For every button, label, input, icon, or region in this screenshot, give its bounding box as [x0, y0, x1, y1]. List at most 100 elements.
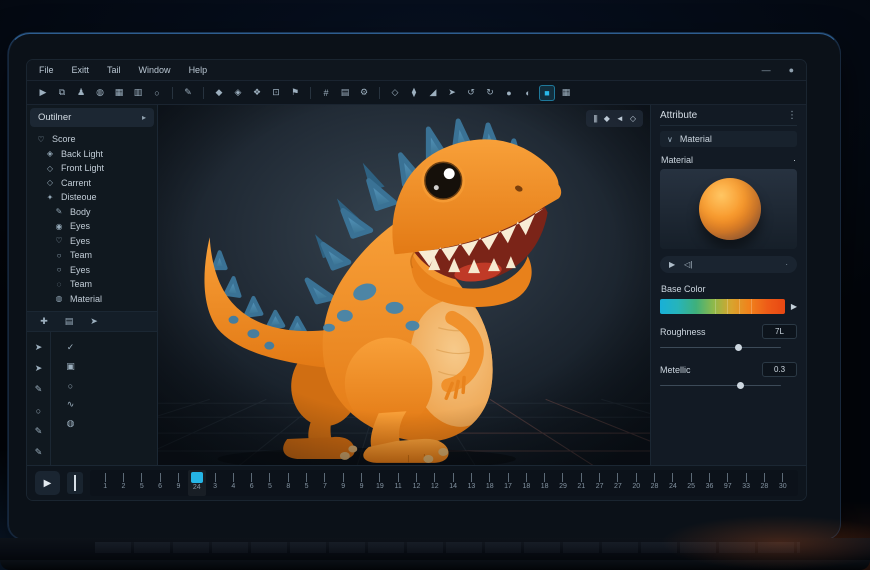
base-color-gradient[interactable]	[660, 299, 785, 314]
material-preview[interactable]	[660, 169, 797, 249]
outliner-item-eyes[interactable]: ◉Eyes	[27, 219, 157, 234]
outliner-item-score[interactable]: ♡Score	[27, 132, 157, 147]
back-arrow-icon[interactable]: ◄	[616, 113, 623, 124]
timeline-frame[interactable]: 2	[114, 470, 132, 496]
outliner-item-team[interactable]: ○Team	[27, 248, 157, 263]
chevron-down-icon[interactable]: ∨	[667, 135, 673, 144]
move-icon[interactable]: ✚	[38, 314, 50, 330]
circle-icon[interactable]: ○	[149, 85, 165, 101]
image-tool-icon[interactable]: ▣	[64, 360, 77, 373]
timeline-frame[interactable]: 20	[627, 470, 645, 496]
rotate-cw-icon[interactable]: ↻	[482, 85, 498, 101]
timeline-frame[interactable]: 9	[334, 470, 352, 496]
timeline-frame[interactable]: 6	[151, 470, 169, 496]
timeline-frame[interactable]: 97	[719, 470, 737, 496]
timeline-current-frame[interactable]: 24	[188, 470, 206, 496]
outliner-header[interactable]: Outilner ▸	[30, 108, 154, 127]
table-icon[interactable]: ▦	[111, 85, 127, 101]
gear-icon[interactable]: ⚙	[356, 85, 372, 101]
timeline-frame[interactable]: 19	[371, 470, 389, 496]
timeline-frame[interactable]: 12	[426, 470, 444, 496]
timeline-play-button[interactable]: ▶	[35, 471, 60, 495]
outliner-item-body[interactable]: ✎Body	[27, 205, 157, 220]
minimize-icon[interactable]: —	[762, 65, 771, 75]
outliner-item-team[interactable]: ◌Team	[27, 277, 157, 292]
circle-shape-icon[interactable]: ○	[64, 379, 77, 392]
timeline-frame[interactable]: 27	[609, 470, 627, 496]
tag-pen-icon[interactable]: ✎	[180, 85, 196, 101]
timeline-frame[interactable]: 21	[572, 470, 590, 496]
outliner-item-front-light[interactable]: ◇Front Light	[27, 161, 157, 176]
timeline-frame[interactable]: 29	[554, 470, 572, 496]
clipboard-icon[interactable]: ▤	[63, 314, 75, 330]
screen-icon[interactable]: ⊡	[268, 85, 284, 101]
timeline-frame[interactable]: 5	[297, 470, 315, 496]
timeline-frame[interactable]: 9	[352, 470, 370, 496]
select-arrow-alt-icon[interactable]: ➤	[32, 362, 45, 375]
outliner-item-back-light[interactable]: ◈Back Light	[27, 147, 157, 162]
duplicate-icon[interactable]: ⧉	[54, 85, 70, 101]
clipboard-icon[interactable]: ▤	[337, 85, 353, 101]
circle-tool-icon[interactable]: ○	[32, 404, 45, 417]
outliner-item-material[interactable]: ◍Material	[27, 292, 157, 307]
sphere-tool-icon[interactable]: ◍	[64, 417, 77, 430]
roughness-value[interactable]: 7L	[762, 324, 797, 339]
select-cursor-icon[interactable]: ➤	[88, 314, 100, 330]
gradient-arrow-icon[interactable]: ▶	[791, 302, 797, 311]
menu-item-file[interactable]: File	[39, 65, 54, 75]
timeline-frame[interactable]: 17	[499, 470, 517, 496]
diamond-icon[interactable]: ◆	[211, 85, 227, 101]
timeline-frame[interactable]: 24	[664, 470, 682, 496]
slider-handle[interactable]	[735, 344, 742, 351]
prev-frame-icon[interactable]: ◁|	[684, 260, 692, 269]
menu-item-window[interactable]: Window	[139, 65, 171, 75]
play-icon[interactable]: ▶	[35, 85, 51, 101]
timeline-frame[interactable]: 5	[133, 470, 151, 496]
brush-icon[interactable]: ✎	[32, 425, 45, 438]
diamond-send-icon[interactable]: ❖	[249, 85, 265, 101]
slider-handle[interactable]	[737, 382, 744, 389]
rig-icon[interactable]: ♟	[73, 85, 89, 101]
menu-item-exitt[interactable]: Exitt	[72, 65, 90, 75]
timeline-frame[interactable]: 18	[517, 470, 535, 496]
draw-pen-icon[interactable]: ✎	[32, 383, 45, 396]
timeline-frame[interactable]: 18	[536, 470, 554, 496]
outliner-item-carrent[interactable]: ◇Carrent	[27, 176, 157, 191]
timeline-frame[interactable]: 7	[316, 470, 334, 496]
node-bubble-icon[interactable]: ◍	[92, 85, 108, 101]
menu-item-tail[interactable]: Tail	[107, 65, 121, 75]
timeline-frame[interactable]: 11	[389, 470, 407, 496]
timeline-frame[interactable]: 6	[243, 470, 261, 496]
shading-material-icon[interactable]: ◇	[630, 113, 635, 124]
timeline-frame[interactable]: 8	[279, 470, 297, 496]
timeline-frame[interactable]: 36	[700, 470, 718, 496]
timeline-frame[interactable]: 25	[682, 470, 700, 496]
timeline-frame[interactable]: 28	[755, 470, 773, 496]
diamond-split-icon[interactable]: ◈	[230, 85, 246, 101]
timeline-frame[interactable]: 30	[774, 470, 792, 496]
outliner-item-disteoue[interactable]: ✦Disteoue	[27, 190, 157, 205]
3d-viewport[interactable]: |||◆◄◇	[158, 105, 650, 465]
timeline-frame[interactable]: 9	[169, 470, 187, 496]
facet-diamond-icon[interactable]: ◇	[387, 85, 403, 101]
rotate-ccw-icon[interactable]: ↺	[463, 85, 479, 101]
timeline-frame[interactable]: 14	[444, 470, 462, 496]
flag-icon[interactable]: ⚑	[287, 85, 303, 101]
sphere-icon[interactable]: ●	[501, 85, 517, 101]
timeline-frame[interactable]: 28	[645, 470, 663, 496]
display-sliders-icon[interactable]: |||	[594, 113, 597, 124]
material-section-row[interactable]: ∨ Material	[660, 131, 797, 147]
play-icon[interactable]: ▶	[669, 260, 675, 269]
grid-table-icon[interactable]: ▦	[558, 85, 574, 101]
image-panel-icon[interactable]: ▥	[130, 85, 146, 101]
window-dot-icon[interactable]: ●	[789, 65, 794, 75]
material-active-icon[interactable]: ■	[539, 85, 555, 101]
outliner-item-eyes[interactable]: ♡Eyes	[27, 234, 157, 249]
roughness-slider[interactable]	[660, 342, 797, 352]
expand-icon[interactable]: ▸	[142, 113, 146, 122]
lasso-check-icon[interactable]: ✓	[64, 341, 77, 354]
timeline-frame[interactable]: 5	[261, 470, 279, 496]
options-dot-icon[interactable]: ·	[785, 260, 788, 269]
kebab-menu-icon[interactable]: ⋮	[787, 110, 797, 121]
timeline-frame[interactable]: 12	[407, 470, 425, 496]
